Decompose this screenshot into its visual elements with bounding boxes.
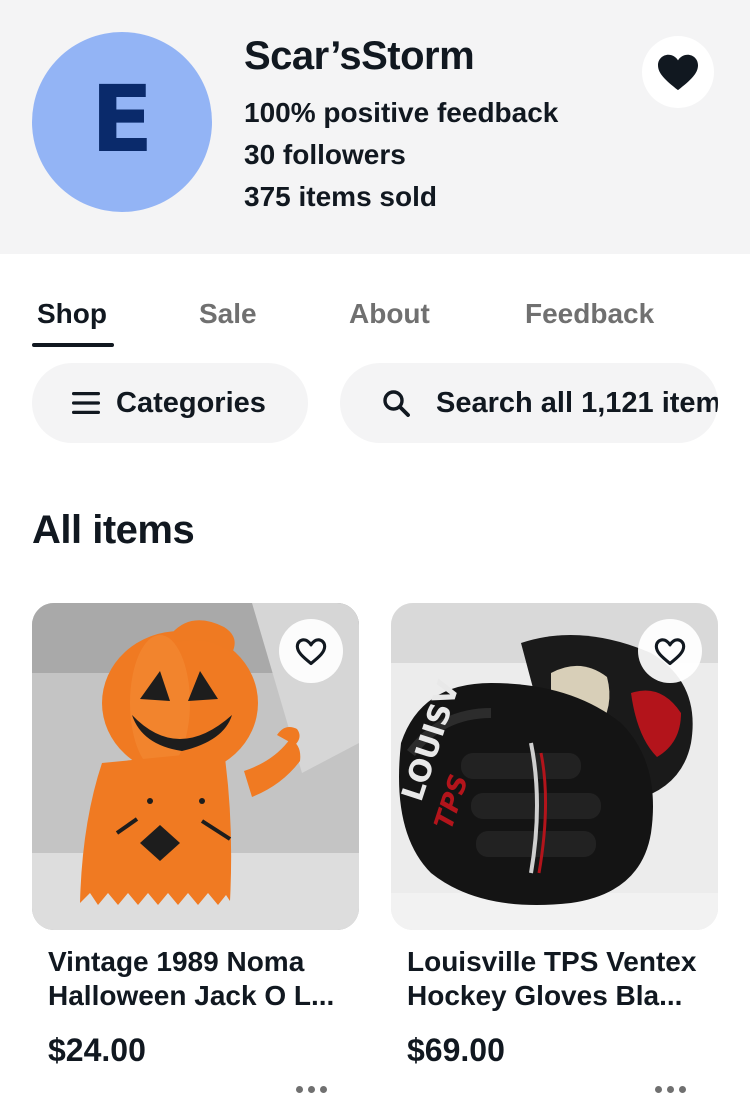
item-title[interactable]: Vintage 1989 Noma Halloween Jack O L... xyxy=(48,945,348,1013)
heart-outline-icon xyxy=(295,637,327,665)
item-title[interactable]: Louisville TPS Ventex Hockey Gloves Bla.… xyxy=(407,945,707,1013)
seller-header: E Scar’sStorm 100% positive feedback 30 … xyxy=(0,0,750,254)
more-options-icon[interactable] xyxy=(296,1086,327,1093)
search-label: Search all 1,121 items xyxy=(436,386,718,419)
item-price: $24.00 xyxy=(48,1032,146,1068)
tab-sale[interactable]: Sale xyxy=(199,298,257,330)
tab-about[interactable]: About xyxy=(349,298,430,330)
tab-feedback[interactable]: Feedback xyxy=(525,298,654,330)
menu-icon xyxy=(72,391,100,415)
seller-followers: 30 followers xyxy=(244,139,406,170)
item-price: $69.00 xyxy=(407,1032,505,1068)
heart-outline-icon xyxy=(654,637,686,665)
section-title: All items xyxy=(32,508,195,552)
categories-label: Categories xyxy=(116,386,266,419)
more-options-icon[interactable] xyxy=(655,1086,686,1093)
seller-avatar[interactable]: E xyxy=(32,32,212,212)
seller-feedback[interactable]: 100% positive feedback xyxy=(244,97,558,129)
item-image-hockey-gloves[interactable]: LOUISV TPS xyxy=(391,603,718,930)
search-store-button[interactable]: Search all 1,121 items xyxy=(340,363,718,443)
watch-item-button[interactable] xyxy=(279,619,343,683)
item-image-jack-o-lantern[interactable] xyxy=(32,603,359,930)
watch-item-button[interactable] xyxy=(638,619,702,683)
active-tab-indicator xyxy=(32,343,114,347)
seller-items-sold: 375 items sold xyxy=(244,181,437,212)
follow-seller-button[interactable] xyxy=(642,36,714,108)
tab-shop[interactable]: Shop xyxy=(37,298,107,330)
heart-filled-icon xyxy=(658,54,698,91)
search-icon xyxy=(382,389,410,417)
categories-button[interactable]: Categories xyxy=(32,363,308,443)
seller-name: Scar’sStorm xyxy=(244,34,475,78)
avatar-letter: E xyxy=(90,66,154,173)
